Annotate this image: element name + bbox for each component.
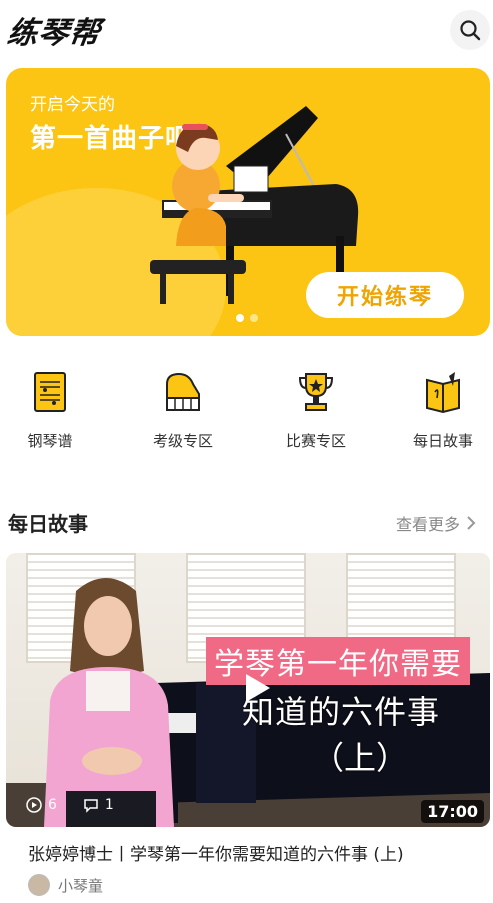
quick-nav: 钢琴谱 考级专区 比赛专区 每日故事	[0, 370, 493, 460]
search-button[interactable]	[450, 10, 490, 50]
nav-item-exam[interactable]: 考级专区	[133, 370, 233, 451]
video-overlay-line3: （上）	[312, 739, 409, 777]
video-duration: 17:00	[421, 800, 484, 823]
comment-icon	[84, 799, 98, 813]
avatar	[28, 874, 50, 896]
banner-subtitle: 开启今天的	[30, 95, 115, 115]
view-count: 6	[26, 797, 57, 813]
view-count-value: 6	[48, 797, 57, 813]
nav-item-sheet-music[interactable]: 钢琴谱	[0, 370, 100, 451]
story-book-icon	[426, 372, 460, 414]
video-stats: 6 1	[26, 797, 114, 813]
app-header: 练琴帮	[0, 0, 493, 62]
carousel-dot[interactable]	[236, 314, 244, 322]
trophy-icon	[298, 373, 334, 411]
play-circle-icon	[26, 797, 42, 813]
play-icon[interactable]	[240, 671, 274, 705]
nav-item-label: 比赛专区	[285, 432, 346, 450]
nav-item-label: 钢琴谱	[27, 432, 73, 450]
nav-item-daily-story[interactable]: 每日故事	[393, 370, 493, 451]
presenter-image	[44, 578, 174, 827]
search-icon	[460, 20, 481, 41]
promo-banner[interactable]: 开启今天的 第一首曲子吧 开始练琴	[6, 68, 490, 336]
start-practice-button[interactable]: 开始练琴	[306, 272, 464, 318]
author-name: 小琴童	[58, 876, 104, 895]
view-more-link[interactable]: 查看更多	[396, 511, 476, 535]
view-more-label: 查看更多	[396, 515, 461, 534]
sheet-music-icon	[34, 372, 66, 412]
nav-item-competition[interactable]: 比赛专区	[266, 370, 366, 451]
comment-count-value: 1	[104, 797, 114, 813]
video-author[interactable]: 小琴童	[28, 874, 103, 896]
section-title: 每日故事	[8, 512, 88, 536]
nav-item-label: 考级专区	[152, 432, 213, 450]
carousel-dot[interactable]	[250, 314, 258, 322]
nav-item-label: 每日故事	[412, 432, 473, 450]
video-title[interactable]: 张婷婷博士丨学琴第一年你需要知道的六件事 (上)	[28, 840, 404, 865]
carousel-indicator	[236, 314, 258, 322]
app-logo: 练琴帮	[5, 16, 103, 51]
piano-keys-icon	[166, 372, 200, 411]
video-thumbnail[interactable]: 学琴第一年你需要 知道的六件事 （上） 6 1 17:00	[6, 553, 490, 827]
chevron-right-icon	[467, 516, 476, 530]
comment-count: 1	[83, 797, 114, 813]
